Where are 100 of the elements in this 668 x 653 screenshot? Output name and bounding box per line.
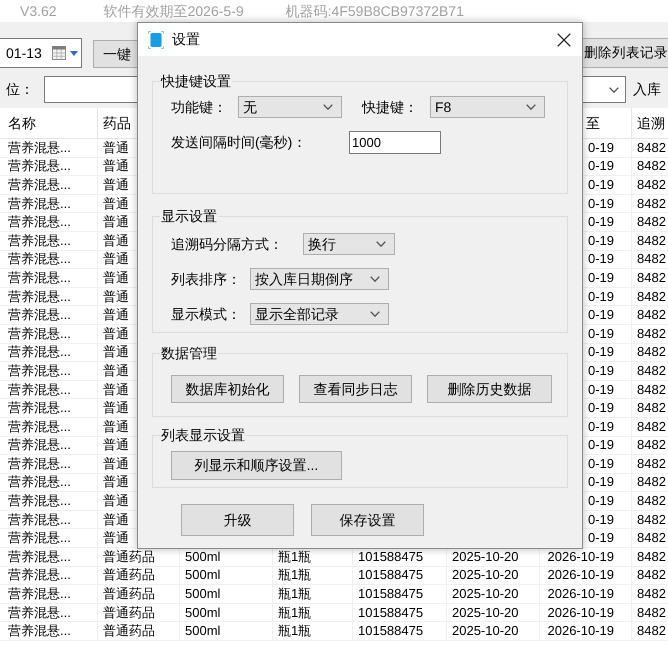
table-cell: 营养混悬... xyxy=(8,250,71,268)
table-cell: 营养混悬... xyxy=(8,585,71,603)
group-title: 列表显示设置 xyxy=(160,427,246,444)
table-cell: 普通药品 xyxy=(103,585,155,603)
machine-code-text: 机器码:4F59B8CB97372B71 xyxy=(286,2,464,21)
table-cell: 0-19 xyxy=(588,213,614,231)
column-header: 药品 xyxy=(103,114,131,132)
table-cell: 500ml xyxy=(185,604,220,622)
table-cell: 0-19 xyxy=(588,380,614,398)
dialog-button[interactable]: 升级 xyxy=(181,504,294,536)
table-cell: 101588475 xyxy=(358,548,424,566)
action-button[interactable]: 数据库初始化 xyxy=(171,375,284,403)
column-header: 追溯 xyxy=(637,114,665,132)
table-cell: 8482 xyxy=(637,510,666,528)
field-label: 功能键： xyxy=(171,98,228,116)
table-cell: 0-19 xyxy=(588,232,614,250)
chevron-down-icon xyxy=(370,311,380,317)
table-cell: 0-19 xyxy=(588,474,614,492)
table-cell: 2026-10-19 xyxy=(548,566,614,584)
table-cell: 0-19 xyxy=(588,176,614,194)
table-cell: 2025-10-20 xyxy=(452,566,518,584)
document-icon xyxy=(148,30,164,48)
table-cell: 营养混悬... xyxy=(8,176,71,194)
table-cell: 普通药品 xyxy=(103,604,155,622)
table-cell: 2026-10-19 xyxy=(548,604,614,622)
dialog-button[interactable]: 保存设置 xyxy=(311,504,424,536)
table-cell: 2025-10-20 xyxy=(452,548,518,566)
action-button[interactable]: 查看同步日志 xyxy=(299,375,412,403)
table-cell: 普通 xyxy=(103,324,129,343)
table-cell: 瓶1瓶 xyxy=(278,548,312,566)
action-button[interactable]: 删除历史数据 xyxy=(427,375,552,403)
table-cell: 营养混悬... xyxy=(8,194,71,212)
table-cell: 8482 xyxy=(637,380,666,398)
table-cell: 8482 xyxy=(637,622,666,640)
table-cell: 普通药品 xyxy=(103,622,155,640)
close-button[interactable] xyxy=(556,32,572,48)
select-field[interactable]: 按入库日期倒序 xyxy=(250,268,389,290)
select-field[interactable]: F8 xyxy=(430,96,545,118)
table-cell: 普通 xyxy=(103,399,129,417)
field-label: 列表排序： xyxy=(171,270,242,288)
table-cell: 瓶1瓶 xyxy=(278,622,312,640)
delete-records-button[interactable]: 删除列表记录 xyxy=(583,38,668,68)
date-field[interactable]: 01-13 xyxy=(0,38,82,68)
table-cell: 8482 xyxy=(637,158,666,176)
table-cell: 0-19 xyxy=(588,194,614,212)
table-cell: 8482 xyxy=(637,139,666,157)
table-cell: 8482 xyxy=(637,194,666,212)
table-cell: 营养混悬... xyxy=(8,288,71,306)
chevron-down-icon xyxy=(323,104,333,110)
action-button[interactable]: 列显示和顺序设置... xyxy=(171,451,342,480)
column-header: 至 xyxy=(586,114,600,132)
table-cell: 0-19 xyxy=(588,158,614,176)
select-field[interactable]: 显示全部记录 xyxy=(250,303,389,325)
table-cell: 营养混悬... xyxy=(8,418,71,436)
table-cell: 普通药品 xyxy=(103,566,155,584)
table-cell: 营养混悬... xyxy=(8,492,71,510)
table-cell: 营养混悬... xyxy=(8,139,71,157)
license-text: 软件有效期至2026-5-9 xyxy=(104,2,244,21)
table-cell: 0-19 xyxy=(588,399,614,417)
table-cell: 普通 xyxy=(103,288,129,306)
table-cell: 营养混悬... xyxy=(8,380,71,398)
table-cell: 普通 xyxy=(103,232,129,250)
dialog-title: 设置 xyxy=(172,30,200,49)
table-cell: 0-19 xyxy=(588,529,614,548)
table-cell: 8482 xyxy=(637,418,666,436)
table-cell: 500ml xyxy=(185,548,220,566)
table-cell: 8482 xyxy=(637,529,666,548)
table-cell: 8482 xyxy=(637,455,666,473)
table-cell: 0-19 xyxy=(588,250,614,268)
dropdown-field[interactable] xyxy=(583,76,626,103)
table-cell: 普通 xyxy=(103,213,129,231)
chevron-down-icon xyxy=(609,86,619,92)
calendar-icon xyxy=(52,46,66,60)
select-field[interactable]: 换行 xyxy=(303,233,395,255)
version-text: V3.62 xyxy=(20,2,57,21)
table-cell: 营养混悬... xyxy=(8,474,71,492)
table-cell: 8482 xyxy=(637,585,666,603)
table-cell: 2025-10-20 xyxy=(452,604,518,622)
table-cell: 营养混悬... xyxy=(8,269,71,287)
text-field[interactable] xyxy=(44,76,137,103)
table-cell: 8482 xyxy=(637,324,666,343)
table-cell: 0-19 xyxy=(588,269,614,287)
table-cell: 500ml xyxy=(185,622,220,640)
select-field[interactable]: 无 xyxy=(238,96,342,118)
table-cell: 普通 xyxy=(103,344,129,362)
number-field[interactable]: 1000 xyxy=(349,131,441,154)
table-cell: 0-19 xyxy=(588,455,614,473)
table-cell: 营养混悬... xyxy=(8,566,71,584)
table-cell: 营养混悬... xyxy=(8,306,71,324)
table-cell: 0-19 xyxy=(588,510,614,528)
toolbar-button[interactable]: 一键 xyxy=(93,40,137,68)
table-cell: 普通药品 xyxy=(103,548,155,566)
table-cell: 营养混悬... xyxy=(8,399,71,417)
table-cell: 0-19 xyxy=(588,324,614,343)
table-cell: 普通 xyxy=(103,474,129,492)
table-cell: 普通 xyxy=(103,492,129,510)
table-cell: 500ml xyxy=(185,585,220,603)
table-cell: 普通 xyxy=(103,362,129,380)
group-title: 显示设置 xyxy=(160,208,218,225)
close-icon xyxy=(557,32,571,46)
